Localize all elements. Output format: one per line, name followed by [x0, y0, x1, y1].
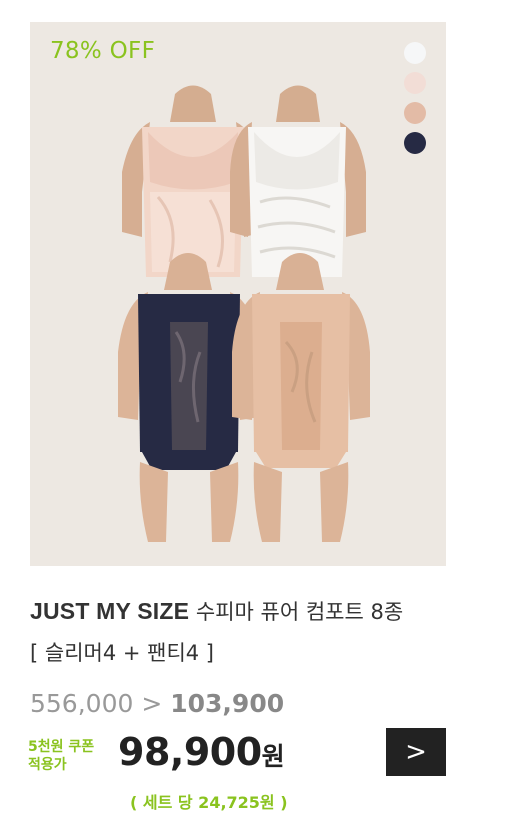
final-price: 98,900원	[118, 730, 285, 774]
product-name: 수피마 퓨어 컴포트 8종	[195, 600, 404, 624]
brand-name: JUST MY SIZE	[30, 598, 190, 624]
product-image-box[interactable]: 78% OFF	[30, 22, 446, 566]
go-button[interactable]: >	[386, 728, 446, 776]
product-title[interactable]: JUST MY SIZE 수피마 퓨어 컴포트 8종	[30, 596, 403, 626]
coupon-line-1: 5천원 쿠폰	[28, 739, 95, 755]
sale-price: 103,900	[170, 689, 285, 718]
coupon-note: 5천원 쿠폰 적용가	[28, 738, 94, 774]
final-price-unit: 원	[261, 742, 285, 771]
mannequin-nude	[232, 253, 370, 542]
color-swatches	[404, 42, 426, 162]
product-subtitle: [ 슬리머4 + 팬티4 ]	[30, 641, 215, 665]
discount-badge: 78% OFF	[50, 38, 156, 64]
price-line: 556,000 > 103,900	[30, 689, 284, 718]
swatch-navy[interactable]	[404, 132, 426, 154]
final-price-value: 98,900	[118, 730, 262, 774]
mannequin-white	[230, 85, 366, 277]
original-price: 556,000	[30, 689, 134, 718]
per-set-price: ( 세트 당 24,725원 )	[130, 793, 288, 812]
chevron-right-icon: >	[405, 737, 427, 767]
product-card[interactable]: 78% OFF JUST MY SIZE 수피마 퓨어 컴포트 8종 [ 슬리머…	[0, 0, 510, 834]
product-image[interactable]	[30, 22, 446, 566]
coupon-line-2: 적용가	[28, 757, 67, 773]
swatch-light-pink[interactable]	[404, 72, 426, 94]
swatch-beige[interactable]	[404, 102, 426, 124]
price-separator: >	[141, 689, 163, 718]
swatch-white[interactable]	[404, 42, 426, 64]
